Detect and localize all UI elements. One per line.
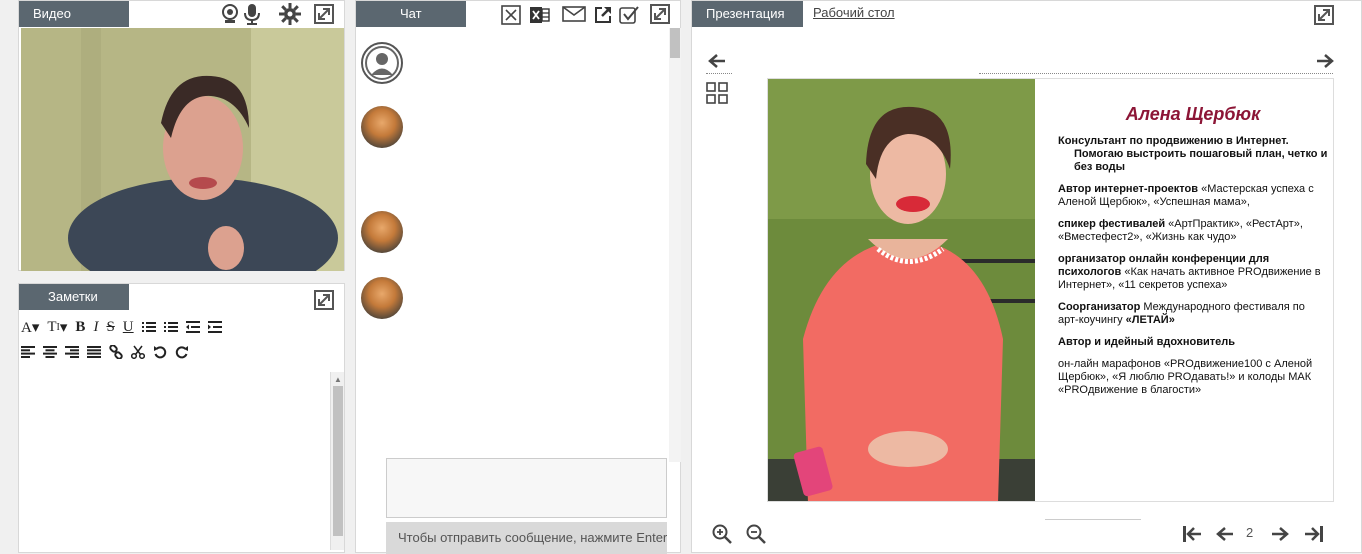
slide-bold: спикер фестивалей xyxy=(1058,218,1166,230)
link-icon[interactable] xyxy=(109,343,123,361)
presentation-tab[interactable]: Презентация xyxy=(692,1,803,27)
popout-icon[interactable] xyxy=(594,6,612,24)
numbered-list-icon[interactable] xyxy=(163,318,178,336)
microphone-icon[interactable] xyxy=(244,3,260,25)
indent-icon[interactable] xyxy=(207,318,222,336)
slide-bold: Автор и идейный вдохновитель xyxy=(1058,336,1236,348)
align-left-icon[interactable] xyxy=(21,343,35,361)
bold-icon[interactable]: B xyxy=(75,318,85,336)
next-slide-arrow-icon[interactable] xyxy=(1316,53,1334,69)
page-number: 2 xyxy=(1246,525,1254,540)
scissors-icon[interactable] xyxy=(131,343,145,361)
notes-scrollbar-thumb[interactable] xyxy=(333,386,343,536)
notes-toolbar-row-1: A▾ T I ▾ B I S U xyxy=(21,316,230,338)
slide-title: Алена Щербюк xyxy=(1125,104,1261,124)
slide-bold: Соорганизатор xyxy=(1058,301,1141,313)
video-panel: Видео xyxy=(18,0,345,271)
prev-page-icon[interactable] xyxy=(1216,525,1234,543)
notes-scrollbar[interactable]: ▲ xyxy=(330,372,344,550)
italic-icon[interactable]: I xyxy=(93,318,98,336)
font-size-icon[interactable]: A▾ xyxy=(21,318,39,336)
chat-avatar xyxy=(361,42,403,84)
slide-bold: Автор интернет-проектов xyxy=(1058,183,1199,195)
align-center-icon[interactable] xyxy=(43,343,57,361)
notes-tab[interactable]: Заметки xyxy=(19,284,129,310)
chat-panel: Чат Чтобы отправить сообщение, нажмите E… xyxy=(355,0,681,554)
undo-icon[interactable] xyxy=(153,343,167,361)
chat-avatar xyxy=(361,211,403,253)
gear-icon[interactable] xyxy=(279,3,301,25)
slide-photo xyxy=(768,79,1035,501)
expand-icon[interactable] xyxy=(314,4,334,24)
slide-paragraph: Консультант по продвижению в Интернет. П… xyxy=(1058,135,1328,174)
underline-icon[interactable]: U xyxy=(123,318,134,336)
notes-toolbar-row-2 xyxy=(21,341,197,363)
envelope-icon[interactable] xyxy=(562,6,586,22)
video-stream xyxy=(21,28,344,271)
first-page-icon[interactable] xyxy=(1182,525,1202,543)
chat-scrollbar-thumb[interactable] xyxy=(670,28,680,58)
video-tab[interactable]: Видео xyxy=(19,1,129,27)
checkbox-icon[interactable] xyxy=(619,5,639,25)
prev-slide-arrow-icon[interactable] xyxy=(708,53,726,69)
excel-export-icon[interactable] xyxy=(530,5,550,25)
notes-panel: Заметки A▾ T I ▾ B I S U ▲ xyxy=(18,283,345,553)
slide-paragraph: спикер фестивалей «АртПрактик», «РестАрт… xyxy=(1058,218,1328,244)
divider xyxy=(706,73,732,74)
scroll-up-arrow-icon[interactable]: ▲ xyxy=(334,375,342,384)
redo-icon[interactable] xyxy=(175,343,189,361)
divider xyxy=(1045,519,1141,520)
slide-text: Алена Щербюк Консультант по продвижению … xyxy=(1058,103,1328,406)
chat-scrollbar[interactable] xyxy=(669,28,681,462)
chat-tab[interactable]: Чат xyxy=(356,1,466,27)
slide-paragraph: Автор интернет-проектов «Мастерская успе… xyxy=(1058,183,1328,209)
slide-paragraph: Соорганизатор Международного фестиваля п… xyxy=(1058,301,1328,327)
zoom-out-icon[interactable] xyxy=(746,524,766,544)
justify-icon[interactable] xyxy=(87,343,101,361)
presentation-slide: Алена Щербюк Консультант по продвижению … xyxy=(767,78,1334,502)
chat-avatar xyxy=(361,277,403,319)
clear-chat-icon[interactable] xyxy=(501,5,521,25)
next-page-icon[interactable] xyxy=(1271,525,1289,543)
chat-message-input[interactable] xyxy=(386,458,667,518)
align-right-icon[interactable] xyxy=(65,343,79,361)
desktop-tab[interactable]: Рабочий стол xyxy=(813,5,895,20)
presentation-panel: Презентация Рабочий стол Алена Щербюк Ко… xyxy=(691,0,1362,553)
expand-icon[interactable] xyxy=(650,4,670,24)
notes-editor[interactable] xyxy=(21,372,330,550)
slide-bold: «ЛЕТАЙ» xyxy=(1125,314,1175,326)
webcam-icon[interactable] xyxy=(221,4,239,24)
outdent-icon[interactable] xyxy=(185,318,200,336)
last-page-icon[interactable] xyxy=(1304,525,1324,543)
text-height-icon[interactable]: T I ▾ xyxy=(47,318,67,336)
slide-line: он-лайн марафонов «PROдвижение100 с Ален… xyxy=(1058,358,1313,396)
chat-avatar xyxy=(361,106,403,148)
zoom-in-icon[interactable] xyxy=(712,524,732,544)
chat-send-hint[interactable]: Чтобы отправить сообщение, нажмите Enter xyxy=(386,522,667,554)
bullet-list-icon[interactable] xyxy=(141,318,156,336)
slide-line: Консультант по продвижению в Интернет. xyxy=(1058,135,1289,147)
grid-view-icon[interactable] xyxy=(706,82,728,104)
slide-paragraph: организатор онлайн конференции для психо… xyxy=(1058,253,1328,292)
expand-icon[interactable] xyxy=(314,290,334,310)
slide-line: Помогаю выстроить пошаговый план, четко … xyxy=(1074,148,1328,173)
divider xyxy=(979,73,1333,74)
expand-icon[interactable] xyxy=(1314,5,1334,25)
strikethrough-icon[interactable]: S xyxy=(106,318,114,336)
